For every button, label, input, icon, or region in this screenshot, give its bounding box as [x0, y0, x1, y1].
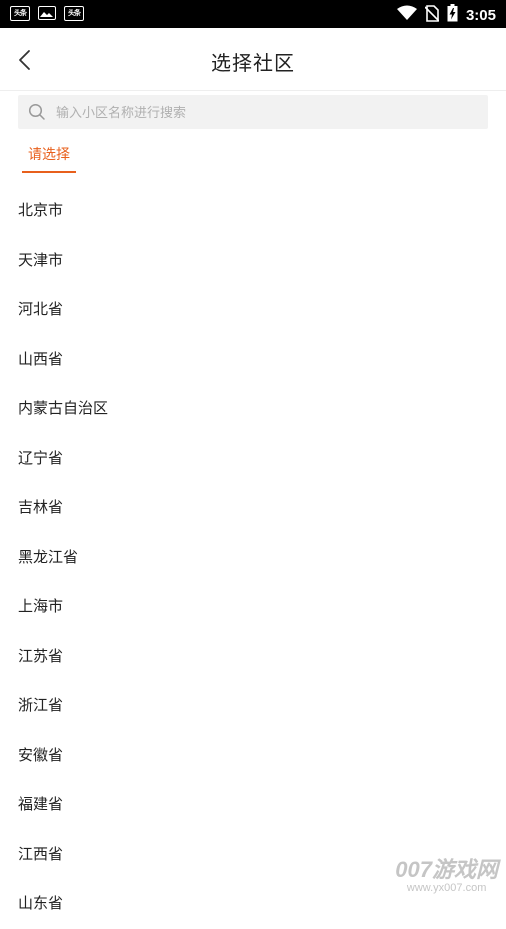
list-item-region[interactable]: 江苏省	[0, 632, 506, 682]
region-list: 北京市 天津市 河北省 山西省 内蒙古自治区 辽宁省 吉林省 黑龙江省 上海市 …	[0, 186, 506, 929]
list-item-region[interactable]: 吉林省	[0, 483, 506, 533]
page-title: 选择社区	[211, 51, 295, 75]
battery-charging-icon	[447, 4, 458, 26]
tab-current-level[interactable]: 请选择	[22, 142, 76, 173]
list-item-region[interactable]: 北京市	[0, 186, 506, 236]
list-item-region[interactable]: 河北省	[0, 285, 506, 335]
list-item-region[interactable]: 浙江省	[0, 681, 506, 731]
list-item-region[interactable]: 江西省	[0, 830, 506, 880]
notification-icons: 头条 头条	[10, 6, 84, 21]
list-item-region[interactable]: 山东省	[0, 879, 506, 929]
image-notification-icon	[38, 6, 56, 20]
list-item-region[interactable]: 辽宁省	[0, 434, 506, 484]
search-input[interactable]	[54, 95, 478, 131]
list-item-region[interactable]: 山西省	[0, 335, 506, 385]
app-header: 选择社区	[0, 28, 506, 91]
toutiao-notification-icon-2: 头条	[64, 6, 84, 21]
wifi-icon	[396, 5, 417, 25]
status-time: 3:05	[465, 6, 496, 24]
list-item-region[interactable]: 福建省	[0, 780, 506, 830]
toutiao-notification-icon: 头条	[10, 6, 30, 21]
list-item-region[interactable]: 安徽省	[0, 731, 506, 781]
list-item-region[interactable]: 黑龙江省	[0, 533, 506, 583]
status-bar: 头条 头条 3:05	[0, 0, 506, 28]
search-box[interactable]	[18, 95, 488, 131]
list-item-region[interactable]: 天津市	[0, 236, 506, 286]
no-sim-icon	[424, 4, 440, 26]
search-icon	[28, 103, 45, 120]
list-item-region[interactable]: 上海市	[0, 582, 506, 632]
list-item-region[interactable]: 内蒙古自治区	[0, 384, 506, 434]
